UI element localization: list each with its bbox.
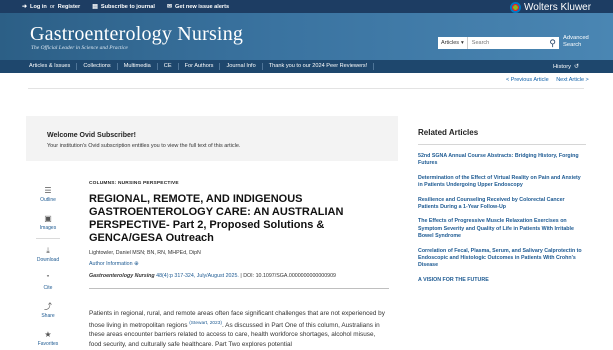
history-icon: ↺ xyxy=(574,63,579,70)
download-icon: ⤓ xyxy=(46,246,50,255)
wolters-kluwer-icon xyxy=(510,2,521,13)
advanced-label-2: Search xyxy=(563,42,582,48)
alerts-link[interactable]: ✉ Get new issue alerts xyxy=(166,3,230,11)
subscriber-banner: Welcome Ovid Subscriber! Your institutio… xyxy=(26,116,398,161)
share-tool[interactable]: ⤴ Share xyxy=(33,302,63,319)
search-scope-select[interactable]: Articles ▾ xyxy=(438,37,468,49)
header-divider xyxy=(28,88,584,89)
welcome-subtitle: Your institution's Ovid subscription ent… xyxy=(47,143,241,149)
advanced-search-link[interactable]: Advanced Search xyxy=(563,35,589,49)
article-content: COLUMNS: NURSING PERSPECTIVE REGIONAL, R… xyxy=(89,181,399,350)
article-citation: Gastroenterology Nursing 48(4):p 317-324… xyxy=(89,273,399,279)
favorites-label: Favorites xyxy=(37,341,59,347)
journal-logo[interactable]: Gastroenterology Nursing xyxy=(30,23,243,46)
mail-icon: ✉ xyxy=(166,4,172,10)
tools-divider xyxy=(36,238,60,239)
article-tools: ☰ Outline ▣ Images ⤓ Download ” Cite ⤴ S… xyxy=(33,186,63,350)
search-icon[interactable]: ⚲ xyxy=(549,38,556,48)
outline-icon: ☰ xyxy=(44,186,52,195)
cite-tool[interactable]: ” Cite xyxy=(33,274,63,291)
article-pager: < Previous Article Next Article > xyxy=(506,77,589,83)
article-title: REGIONAL, REMOTE, AND INDIGENOUS GASTROE… xyxy=(89,193,344,244)
article-section-label: COLUMNS: NURSING PERSPECTIVE xyxy=(89,181,179,186)
citation-issue-link[interactable]: 48(4):p 317-324, July/August 2025. xyxy=(156,273,239,279)
nav-collections[interactable]: Collections xyxy=(83,63,118,70)
nav-ce[interactable]: CE xyxy=(164,63,179,70)
search-box: Articles ▾ ⚲ xyxy=(438,37,559,49)
article-body: Patients in regional, rural, and remote … xyxy=(89,309,389,350)
nav-journal-info[interactable]: Journal Info xyxy=(226,63,263,70)
journal-tagline: The Official Leader in Science and Pract… xyxy=(31,45,128,51)
publisher-name: Wolters Kluwer xyxy=(524,2,592,13)
related-heading: Related Articles xyxy=(418,128,479,137)
history-button[interactable]: History ↺ xyxy=(553,60,579,73)
related-articles: Related Articles 52nd SGNA Annual Course… xyxy=(418,128,588,291)
register-link[interactable]: Register xyxy=(58,4,80,10)
related-article-link[interactable]: A VISION FOR THE FUTURE xyxy=(418,277,586,284)
images-tool[interactable]: ▣ Images xyxy=(33,214,63,231)
nav-peer-reviewers[interactable]: Thank you to our 2024 Peer Reviewers! xyxy=(269,63,375,70)
search-scope-label: Articles xyxy=(441,40,460,46)
nav-for-authors[interactable]: For Authors xyxy=(185,63,221,70)
subscribe-link[interactable]: ▤ Subscribe to journal xyxy=(92,3,155,11)
article-authors: Lightowler, Daniel MSN; BN, RN, MHPEd, D… xyxy=(89,250,201,256)
login-link[interactable]: Log in xyxy=(30,4,47,10)
main-nav: Articles & Issues Collections Multimedia… xyxy=(0,60,613,73)
image-icon: ▣ xyxy=(44,214,52,223)
download-tool[interactable]: ⤓ Download xyxy=(33,246,63,263)
star-icon: ★ xyxy=(44,330,52,339)
related-article-link[interactable]: 52nd SGNA Annual Course Abstracts: Bridg… xyxy=(418,153,586,168)
outline-label: Outline xyxy=(40,197,56,203)
nav-multimedia[interactable]: Multimedia xyxy=(124,63,158,70)
share-icon: ⤴ xyxy=(44,302,52,311)
favorites-tool[interactable]: ★ Favorites xyxy=(33,330,63,347)
search-input[interactable] xyxy=(467,40,538,46)
author-information-toggle[interactable]: Author Information ⊕ xyxy=(89,261,399,267)
chevron-down-icon: ▾ xyxy=(461,40,464,46)
citation-journal: Gastroenterology Nursing xyxy=(89,273,155,279)
citation-doi: DOI: 10.1097/SGA.0000000000000909 xyxy=(243,273,337,279)
related-article-link[interactable]: Correlation of Fecal, Plasma, Serum, and… xyxy=(418,248,586,270)
outline-tool[interactable]: ☰ Outline xyxy=(33,186,63,203)
subscribe-label: Subscribe to journal xyxy=(100,3,155,10)
next-article-link[interactable]: Next Article > xyxy=(556,77,589,83)
previous-article-link[interactable]: < Previous Article xyxy=(506,77,549,83)
login-register[interactable]: ➜ Log in or Register xyxy=(22,3,80,11)
advanced-label-1: Advanced xyxy=(563,35,589,41)
related-article-link[interactable]: Determination of the Effect of Virtual R… xyxy=(418,175,586,190)
citation-divider xyxy=(89,288,389,289)
chevron-down-icon: ⊕ xyxy=(134,261,139,267)
related-article-link[interactable]: The Effects of Progressive Muscle Relaxa… xyxy=(418,218,586,240)
journal-icon: ▤ xyxy=(92,4,98,10)
images-label: Images xyxy=(39,225,57,231)
reference-link[interactable]: (Stewart, 2023) xyxy=(189,321,222,326)
or-text: or xyxy=(49,3,55,10)
login-icon: ➜ xyxy=(22,4,28,10)
quote-icon: ” xyxy=(46,274,50,283)
citation-separator: | xyxy=(240,273,242,279)
publisher-logo[interactable]: Wolters Kluwer xyxy=(510,2,591,13)
history-label: History xyxy=(553,63,572,70)
nav-articles-issues[interactable]: Articles & Issues xyxy=(29,63,78,70)
share-label: Share xyxy=(41,313,55,319)
author-information-label: Author Information xyxy=(89,261,133,267)
alerts-label: Get new issue alerts xyxy=(174,3,230,10)
cite-label: Cite xyxy=(43,285,53,291)
related-article-link[interactable]: Resilience and Counseling Received by Co… xyxy=(418,197,586,212)
download-label: Download xyxy=(36,257,60,263)
related-divider xyxy=(418,144,586,145)
welcome-title: Welcome Ovid Subscriber! xyxy=(47,132,136,139)
